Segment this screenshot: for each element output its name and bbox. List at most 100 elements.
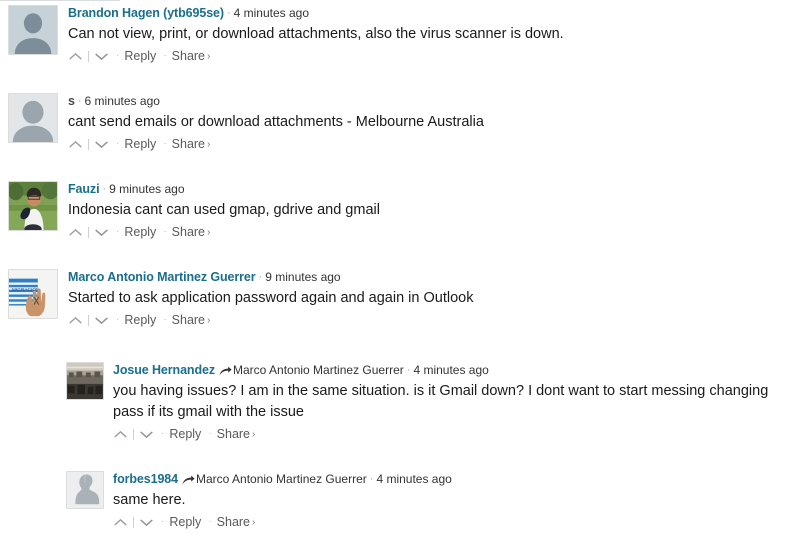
comment-actions: · Reply · Share › [113,425,788,443]
avatar-wrapper[interactable] [66,362,104,400]
top-divider [0,0,120,1]
comment-body: Brandon Hagen (ytb695se) · 4 minutes ago C… [68,5,788,65]
chevron-down-icon[interactable] [139,427,154,442]
avatar[interactable] [66,471,104,509]
comment-body: forbes1984 Marco Antonio Martinez Guerrer… [113,471,788,531]
chevron-down-icon[interactable] [94,49,109,64]
vote-divider [88,138,89,150]
comment-author[interactable]: Marco Antonio Martinez Guerrer [68,270,256,284]
chevron-up-icon[interactable] [113,515,128,530]
share-chevron-icon: › [207,50,211,62]
comment-body: Marco Antonio Martinez Guerrer · 9 minutes… [68,269,788,329]
reply-button[interactable]: Reply [124,137,156,151]
share-button[interactable]: Share [172,313,205,327]
comment-text: cant send emails or download attachments… [68,114,484,130]
chevron-up-icon[interactable] [68,137,83,152]
share-button[interactable]: Share [172,49,205,63]
avatar[interactable] [8,5,58,55]
reply-parent-author[interactable]: Marco Antonio Martinez Guerrer [233,363,404,377]
comment-meta: forbes1984 Marco Antonio Martinez Guerrer… [113,471,788,488]
share-chevron-icon: › [252,516,256,528]
reply-button[interactable]: Reply [124,225,156,239]
comment-meta: s · 6 minutes ago [68,93,788,109]
comment-author[interactable]: Brandon Hagen (ytb695se) [68,6,224,20]
action-separator-dot: · [208,516,212,527]
chevron-up-icon[interactable] [113,427,128,442]
avatar-wrapper[interactable] [8,5,58,55]
reply-arrow-icon [219,364,232,379]
comment-author[interactable]: Josue Hernandez [113,363,215,377]
comment-meta: Fauzi · 9 minutes ago [68,181,788,197]
action-separator-dot: · [163,138,167,149]
reply-button[interactable]: Reply [169,427,201,441]
comment-author[interactable]: Fauzi [68,182,100,196]
comment-timestamp: 9 minutes ago [265,270,341,284]
meta-separator: · [226,7,231,19]
share-chevron-icon: › [252,428,256,440]
vote-divider [133,428,134,440]
chevron-down-icon[interactable] [94,137,109,152]
vote-divider [133,516,134,528]
comment-timestamp: 6 minutes ago [84,94,160,108]
avatar[interactable]: MIGRACIÓN [8,269,58,319]
comment-text: you having issues? I am in the same situ… [113,383,769,420]
comment-body: Fauzi · 9 minutes ago Indonesia cant can u… [68,181,788,241]
comment-actions: · Reply · Share › [68,135,788,153]
avatar-wrapper[interactable] [66,471,104,509]
chevron-up-icon[interactable] [68,49,83,64]
comment-meta: Brandon Hagen (ytb695se) · 4 minutes ago [68,5,788,21]
comment-actions: · Reply · Share › [113,513,788,531]
comment-body: s · 6 minutes ago cant send emails or down… [68,93,788,153]
comment-item-reply: Josue Hernandez Marco Antonio Martinez Gu… [66,362,788,443]
share-button[interactable]: Share [172,225,205,239]
avatar[interactable] [66,362,104,400]
chevron-down-icon[interactable] [94,225,109,240]
reply-button[interactable]: Reply [124,313,156,327]
chevron-up-icon[interactable] [68,313,83,328]
reply-arrow-icon [182,473,195,488]
chevron-down-icon[interactable] [94,313,109,328]
reply-parent-author[interactable]: Marco Antonio Martinez Guerrer [196,472,367,486]
comment-timestamp: 9 minutes ago [109,182,185,196]
comment-timestamp: 4 minutes ago [413,363,489,377]
comment-item: s · 6 minutes ago cant send emails or down… [8,93,788,153]
comment-timestamp: 4 minutes ago [376,472,452,486]
comment-item: Brandon Hagen (ytb695se) · 4 minutes ago C… [8,5,788,65]
comment-text: Indonesia cant can used gmap, gdrive and… [68,202,380,218]
reply-button[interactable]: Reply [169,515,201,529]
share-button[interactable]: Share [217,427,250,441]
action-separator-dot: · [116,226,120,237]
action-separator-dot: · [163,50,167,61]
comment-author: s [68,94,75,108]
avatar[interactable] [8,181,58,231]
chevron-down-icon[interactable] [139,515,154,530]
share-chevron-icon: › [207,314,211,326]
share-button[interactable]: Share [172,137,205,151]
meta-separator: · [258,271,263,283]
share-button[interactable]: Share [217,515,250,529]
comment-actions: · Reply · Share › [68,223,788,241]
chevron-up-icon[interactable] [68,225,83,240]
comment-body: Josue Hernandez Marco Antonio Martinez Gu… [113,362,788,443]
comment-thread: Brandon Hagen (ytb695se) · 4 minutes ago C… [0,0,793,542]
action-separator-dot: · [208,428,212,439]
avatar-wrapper[interactable] [8,181,58,231]
comment-actions: · Reply · Share › [68,311,788,329]
action-separator-dot: · [116,314,120,325]
comment-timestamp: 4 minutes ago [233,6,310,20]
comment-item: MIGRACIÓN Marco Antonio Martinez Guerrer… [8,269,788,329]
reply-button[interactable]: Reply [124,49,156,63]
action-separator-dot: · [161,428,165,439]
comment-text: Started to ask application password agai… [68,290,474,306]
avatar[interactable] [8,93,58,143]
avatar-wrapper[interactable]: MIGRACIÓN [8,269,58,319]
vote-divider [88,226,89,238]
comment-item-reply: forbes1984 Marco Antonio Martinez Guerrer… [66,471,788,531]
comment-author[interactable]: forbes1984 [113,472,178,486]
action-separator-dot: · [116,50,120,61]
meta-separator: · [77,95,82,107]
action-separator-dot: · [163,314,167,325]
comment-text: same here. [113,492,186,508]
meta-separator: · [369,473,374,485]
avatar-wrapper[interactable] [8,93,58,143]
